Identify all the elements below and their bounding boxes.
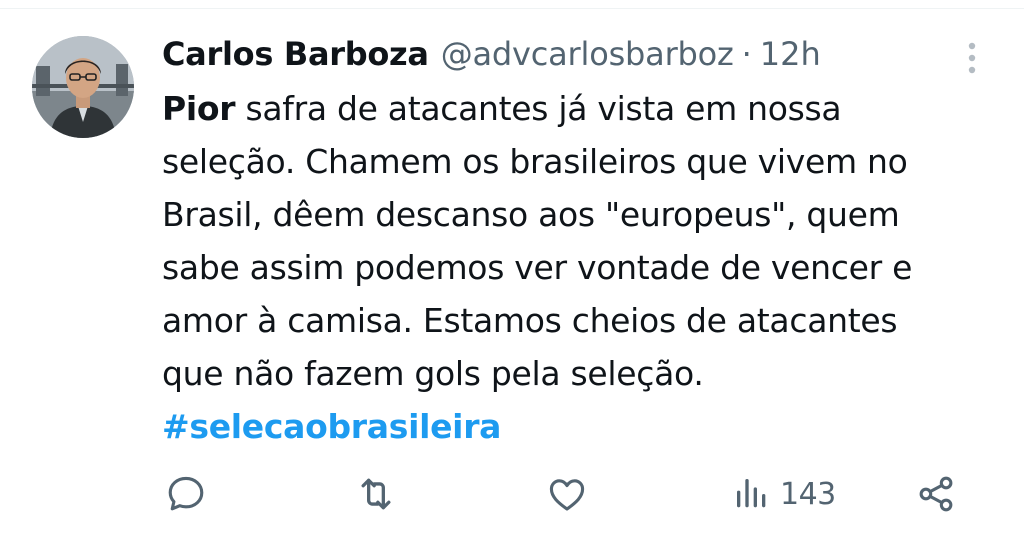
heart-icon: [549, 479, 585, 511]
more-vertical-icon: [968, 42, 976, 74]
tweet-text-line: que não fazem gols pela seleção.: [162, 354, 704, 393]
tweet-text-segment: safra de atacantes já vista em nossa: [235, 89, 842, 128]
author-name[interactable]: Carlos Barboza: [162, 35, 429, 73]
more-options-button[interactable]: [958, 38, 986, 78]
views-count: 143: [780, 476, 836, 512]
tweet-timestamp[interactable]: 12h: [760, 35, 821, 73]
tweet-text-bold: Pior: [162, 89, 236, 128]
separator-dot: ·: [741, 35, 752, 73]
views-icon: [737, 479, 766, 508]
avatar[interactable]: [32, 36, 134, 138]
tweet-text-line: sabe assim podemos ver vontade de vencer…: [162, 248, 913, 287]
tweet-text-line: amor à camisa. Estamos cheios de atacant…: [162, 301, 898, 340]
retweet-button[interactable]: [354, 470, 398, 518]
tweet-content: Carlos Barboza @advcarlosbarboz · 12h Pi…: [162, 28, 992, 453]
tweet-text-line: Brasil, dêem descanso aos "europeus", qu…: [162, 195, 900, 234]
share-button[interactable]: [914, 470, 958, 518]
tweet-actions: 143: [0, 470, 1024, 518]
hashtag-link[interactable]: #selecaobrasileira: [162, 400, 992, 453]
tweet-header: Carlos Barboza @advcarlosbarboz · 12h: [162, 28, 992, 80]
share-icon: [919, 476, 953, 512]
tweet-text-line: seleção. Chamem os brasileiros que vivem…: [162, 142, 908, 181]
retweet-icon: [361, 478, 391, 510]
tweet-text-line: Pior safra de atacantes já vista em noss…: [162, 82, 992, 135]
like-button[interactable]: [545, 470, 589, 518]
reply-button[interactable]: [164, 470, 208, 518]
avatar-photo: [32, 36, 134, 138]
tweet-text: Pior safra de atacantes já vista em noss…: [162, 82, 992, 453]
views-button[interactable]: 143: [732, 470, 836, 518]
author-handle[interactable]: @advcarlosbarboz: [441, 35, 734, 73]
top-divider: [0, 8, 1024, 9]
reply-icon: [168, 476, 204, 511]
